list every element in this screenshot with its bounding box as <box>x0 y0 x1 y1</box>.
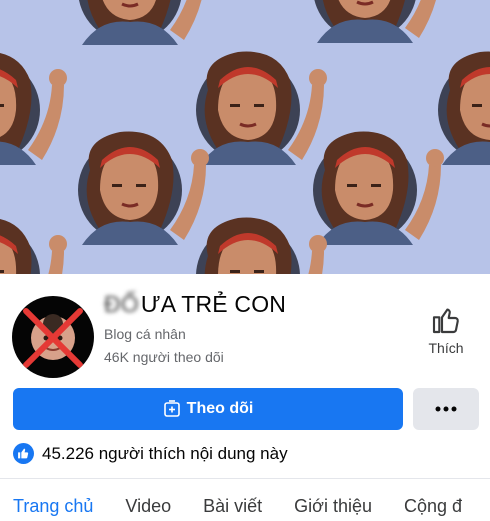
tab-posts[interactable]: Bài viết <box>203 496 262 517</box>
cover-photo[interactable] <box>0 0 490 274</box>
divider <box>0 478 490 479</box>
like-page-button[interactable]: Thích <box>418 304 474 356</box>
tab-community[interactable]: Cộng đ <box>404 496 462 517</box>
like-badge-icon <box>13 443 34 464</box>
tab-home[interactable]: Trang chủ <box>13 496 93 517</box>
page-header: ĐỐƯA TRẺ CON Blog cá nhân 46K người theo… <box>0 274 490 521</box>
follower-count[interactable]: 46K người theo dõi <box>104 349 224 365</box>
follow-plus-icon <box>163 400 180 417</box>
more-dots-icon <box>435 406 457 412</box>
baby-prohibited-icon <box>23 308 83 368</box>
thumbs-up-outline-icon <box>432 308 459 334</box>
page-category: Blog cá nhân <box>104 326 186 342</box>
tab-video[interactable]: Video <box>125 496 171 517</box>
page-tabs: Trang chủ Video Bài viết Giới thiệu Cộng… <box>13 496 490 517</box>
tab-about[interactable]: Giới thiệu <box>294 496 372 517</box>
follow-button[interactable]: Theo dõi <box>13 388 403 430</box>
portrait-pattern <box>0 0 490 274</box>
avatar[interactable] <box>12 296 94 378</box>
page-likes-summary[interactable]: 45.226 người thích nội dung này <box>13 443 288 464</box>
follow-button-label: Theo dõi <box>186 400 254 417</box>
more-options-button[interactable] <box>413 388 479 430</box>
like-page-label: Thích <box>428 340 464 356</box>
page-name: ĐỐƯA TRẺ CON <box>104 291 286 318</box>
page-name-blurred: ĐỐ <box>104 291 139 317</box>
page-name-text: ƯA TRẺ CON <box>140 291 287 317</box>
page-likes-text: 45.226 người thích nội dung này <box>42 443 288 463</box>
